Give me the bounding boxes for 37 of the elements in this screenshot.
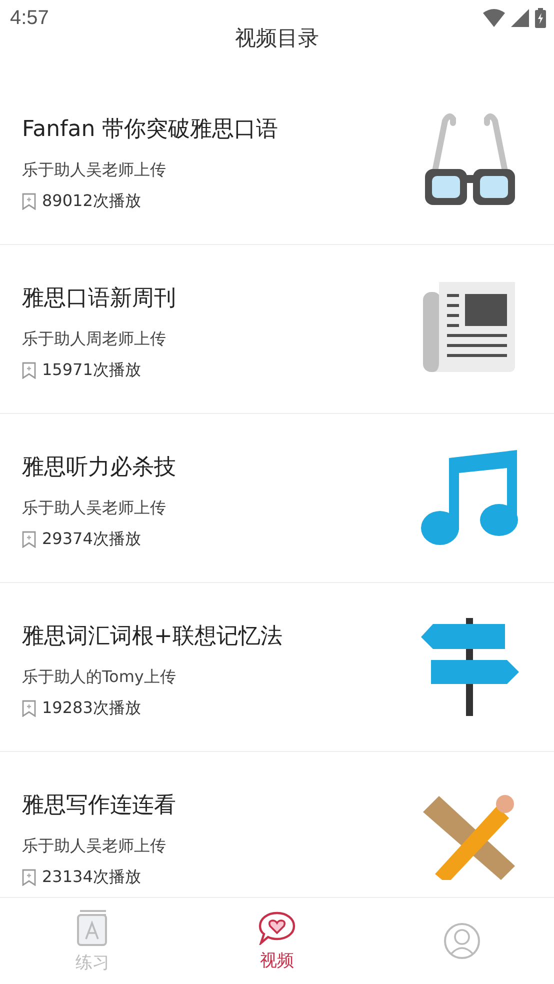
heart-chat-icon (258, 910, 296, 944)
play-count: 15971次播放 (42, 360, 141, 381)
tab[interactable]: 视频 (184, 898, 370, 984)
glasses-icon (423, 113, 517, 207)
uploader-text: 乐于助人吴老师上传 (22, 836, 167, 857)
uploader-text: 乐于助人周老师上传 (22, 329, 167, 350)
battery-icon (535, 8, 546, 28)
bookmark-icon (22, 869, 36, 886)
play-count: 23134次播放 (42, 867, 141, 888)
video-title: 雅思听力必杀技 (22, 454, 176, 482)
page-title: 视频目录 (235, 25, 319, 52)
wifi-icon (483, 9, 505, 27)
status-time: 4:57 (10, 6, 49, 30)
play-count: 19283次播放 (42, 698, 141, 719)
video-item[interactable]: 雅思口语新周刊 乐于助人周老师上传 15971次播放 (0, 245, 554, 414)
video-item[interactable]: 雅思词汇词根+联想记忆法 乐于助人的Tomy上传 19283次播放 (0, 583, 554, 752)
signpost-icon (421, 618, 519, 716)
avatar-icon (442, 922, 481, 960)
ruler-pencil-icon (423, 792, 517, 880)
play-count: 29374次播放 (42, 529, 141, 550)
video-title: Fanfan 带你突破雅思口语 (22, 116, 278, 144)
video-item[interactable]: Fanfan 带你突破雅思口语 乐于助人吴老师上传 89012次播放 (0, 76, 554, 245)
play-count: 89012次播放 (42, 191, 141, 212)
video-title: 雅思口语新周刊 (22, 285, 176, 313)
uploader-text: 乐于助人的Tomy上传 (22, 667, 177, 688)
book-icon (76, 908, 108, 946)
bookmark-icon (22, 700, 36, 717)
bookmark-icon (22, 362, 36, 379)
bookmark-icon (22, 531, 36, 548)
uploader-text: 乐于助人吴老师上传 (22, 160, 167, 181)
uploader-text: 乐于助人吴老师上传 (22, 498, 167, 519)
video-title: 雅思写作连连看 (22, 792, 176, 820)
music-note-icon (421, 450, 519, 546)
video-item[interactable]: 雅思听力必杀技 乐于助人吴老师上传 29374次播放 (0, 414, 554, 583)
video-title: 雅思词汇词根+联想记忆法 (22, 623, 282, 651)
bookmark-icon (22, 193, 36, 210)
signal-icon (511, 9, 529, 27)
